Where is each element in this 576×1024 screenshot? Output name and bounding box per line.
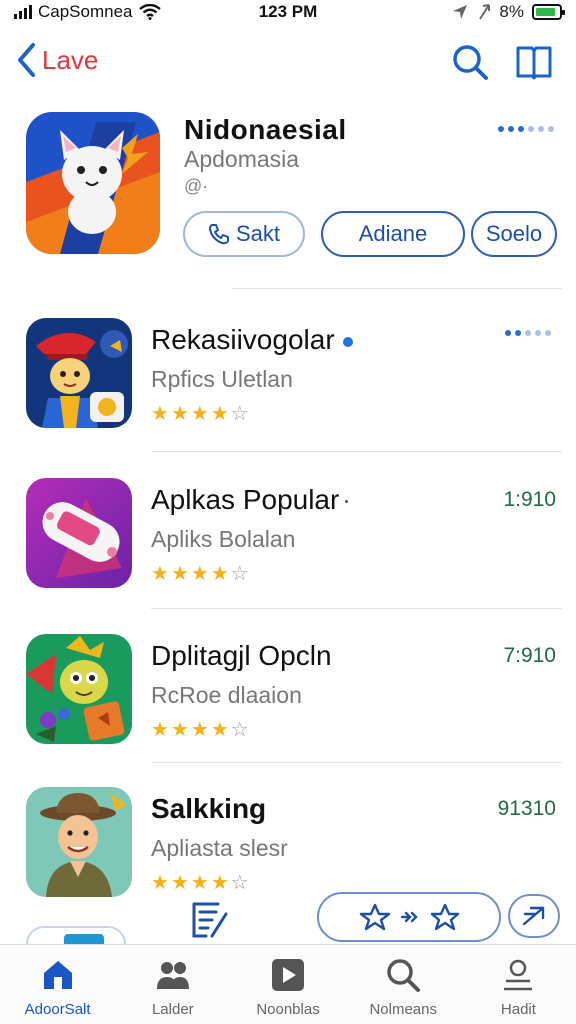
star-filled-icon: ★ — [190, 872, 209, 894]
search-icon[interactable] — [450, 42, 490, 82]
divider — [151, 451, 562, 452]
more-options-icon[interactable] — [498, 126, 554, 132]
featured-app-meta: @· — [184, 176, 209, 196]
tab-label: Noonblas — [256, 1001, 320, 1018]
status-bar: CapSomnea 123 PM 8% — [0, 0, 576, 24]
star-filled-icon: ★ — [170, 403, 189, 425]
star-empty-icon: ☆ — [230, 872, 249, 894]
person-icon — [504, 959, 533, 991]
featured-app-subtitle: Apdomasia — [184, 146, 300, 172]
app-icon — [26, 478, 132, 588]
star-filled-icon: ★ — [210, 563, 229, 585]
divider — [151, 762, 562, 763]
home-icon — [43, 961, 72, 989]
people-icon — [156, 962, 189, 989]
star-rating: ★ ★ ★ ★ ☆ — [151, 720, 249, 740]
list-item[interactable]: Rekasiivogolar Rpfics Uletlan ★ ★ ★ ★ ☆ — [0, 318, 576, 468]
navigation-bar: Lave — [0, 36, 576, 92]
featured-app-icon[interactable] — [26, 112, 160, 254]
app-name: Salkking — [151, 793, 267, 824]
app-icon — [26, 787, 132, 897]
tab-profile[interactable]: Hadit — [461, 945, 576, 1024]
app-price[interactable]: 7:910 — [503, 644, 556, 668]
tab-search[interactable]: Nolmeans — [346, 945, 461, 1024]
star-rating: ★ ★ ★ ★ ☆ — [151, 873, 249, 893]
divider — [151, 608, 562, 609]
app-icon — [26, 318, 132, 428]
send-icon — [522, 906, 545, 926]
star-filled-icon: ★ — [151, 563, 169, 585]
book-icon[interactable] — [514, 42, 554, 82]
app-name: Dplitagjl Opcln — [151, 640, 332, 671]
star-outline-icon — [430, 903, 460, 931]
download-button-label: Adiane — [358, 221, 428, 246]
send-button[interactable] — [508, 894, 560, 938]
star-rating: ★ ★ ★ ★ ☆ — [151, 404, 249, 424]
app-subtitle: Apliasta slesr — [151, 835, 288, 861]
star-filled-icon: ★ — [151, 403, 169, 425]
star-filled-icon: ★ — [170, 719, 189, 741]
app-subtitle: Rpfics Uletlan — [151, 366, 293, 392]
tab-label: Hadit — [500, 1001, 536, 1018]
app-subtitle: RcRoe dlaaion — [151, 682, 302, 708]
arrow-icon — [479, 4, 491, 20]
play-icon — [272, 959, 304, 991]
star-filled-icon: ★ — [190, 719, 209, 741]
featured-app: Nidonaesial Apdomasia @· Sakt Adiane Soe… — [0, 110, 576, 280]
call-button-label: Sakt — [235, 221, 281, 246]
more-options-icon[interactable] — [505, 330, 551, 336]
scale-button-label: Soelo — [485, 221, 543, 246]
star-filled-icon: ★ — [151, 872, 169, 894]
tab-home[interactable]: AdoorSalt — [0, 945, 115, 1024]
scale-button[interactable]: Soelo — [471, 211, 557, 257]
battery-icon — [532, 4, 565, 20]
verified-icon — [342, 336, 353, 347]
list-item[interactable]: Aplkas Popular Apliks Bolalan ★ ★ ★ ★ ☆ 1:91… — [0, 478, 576, 628]
star-filled-icon: ★ — [190, 403, 209, 425]
star-filled-icon: ★ — [170, 563, 189, 585]
star-filled-icon: ★ — [170, 872, 189, 894]
back-button[interactable]: Lave — [16, 42, 98, 78]
phone-icon — [208, 224, 229, 245]
star-empty-icon: ☆ — [230, 403, 249, 425]
location-icon — [453, 5, 468, 19]
tab-bar: AdoorSalt Lalder Noonblas Nolmeans Hadit — [0, 944, 576, 1024]
star-outline-icon — [359, 903, 391, 931]
star-filled-icon: ★ — [210, 872, 229, 894]
star-filled-icon: ★ — [210, 719, 229, 741]
app-name: Rekasiivogolar — [151, 324, 353, 356]
app-icon — [26, 634, 132, 744]
search-icon — [387, 959, 421, 992]
download-button[interactable]: Adiane — [321, 211, 465, 257]
star-filled-icon: ★ — [210, 403, 229, 425]
tab-label: Nolmeans — [369, 1001, 437, 1018]
app-subtitle: Apliks Bolalan — [151, 526, 296, 552]
back-label: Lave — [42, 44, 99, 75]
double-arrow-icon — [400, 911, 418, 923]
app-price[interactable]: 1:910 — [503, 488, 556, 512]
star-filled-icon: ★ — [151, 719, 169, 741]
divider — [232, 288, 562, 289]
app-name: Aplkas Popular — [151, 484, 349, 516]
call-button[interactable]: Sakt — [183, 211, 305, 257]
app-price[interactable]: 91310 — [498, 797, 556, 821]
floating-action-bar — [0, 892, 576, 966]
tab-label: AdoorSalt — [24, 1001, 91, 1018]
tab-label: Lalder — [151, 1001, 194, 1018]
star-empty-icon: ☆ — [230, 563, 249, 585]
chevron-left-icon — [18, 43, 35, 77]
featured-app-name: Nidonaesial — [184, 114, 347, 145]
share-star-button[interactable] — [317, 892, 501, 942]
battery-percent: 8% — [499, 2, 524, 21]
star-rating: ★ ★ ★ ★ ☆ — [151, 564, 249, 584]
tab-people[interactable]: Lalder — [115, 945, 230, 1024]
notes-icon[interactable] — [190, 900, 230, 940]
tab-play[interactable]: Noonblas — [230, 945, 345, 1024]
cat-app-icon — [26, 112, 160, 254]
star-empty-icon: ☆ — [230, 719, 249, 741]
star-filled-icon: ★ — [190, 563, 209, 585]
